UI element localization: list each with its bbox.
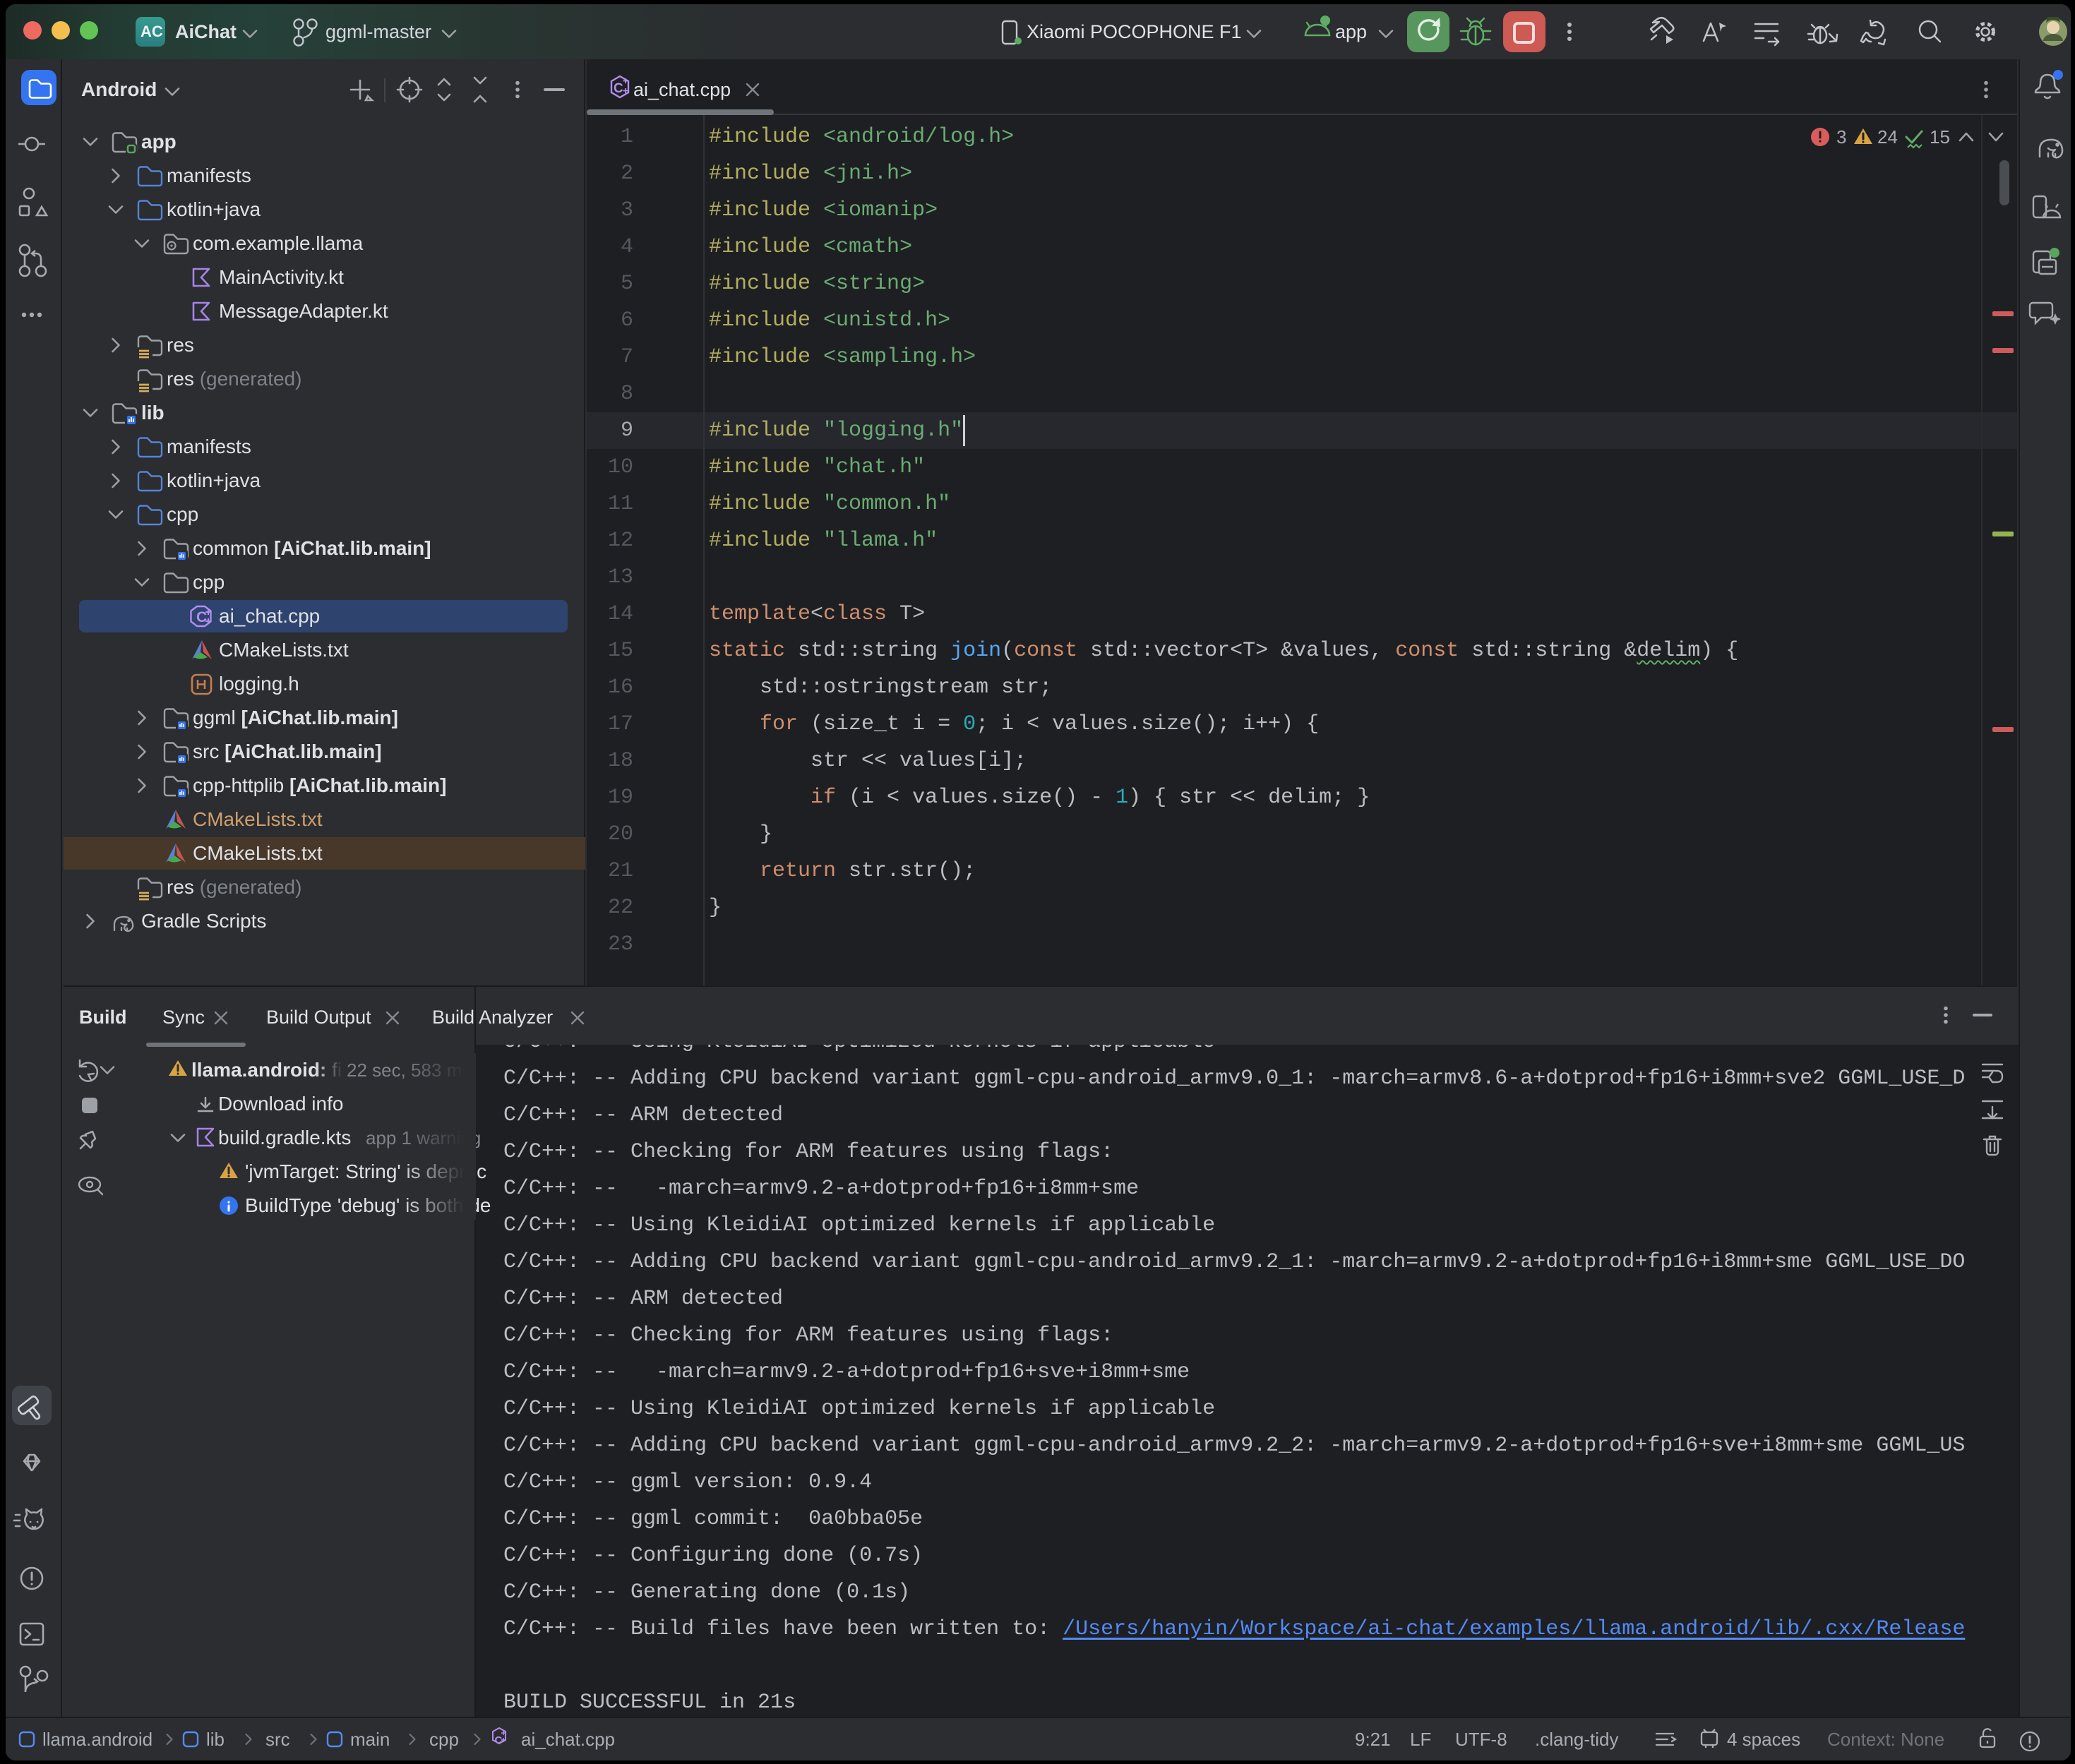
svg-text:C: C: [614, 81, 623, 96]
svg-text:C: C: [495, 1734, 503, 1746]
svg-text:C: C: [196, 609, 207, 625]
